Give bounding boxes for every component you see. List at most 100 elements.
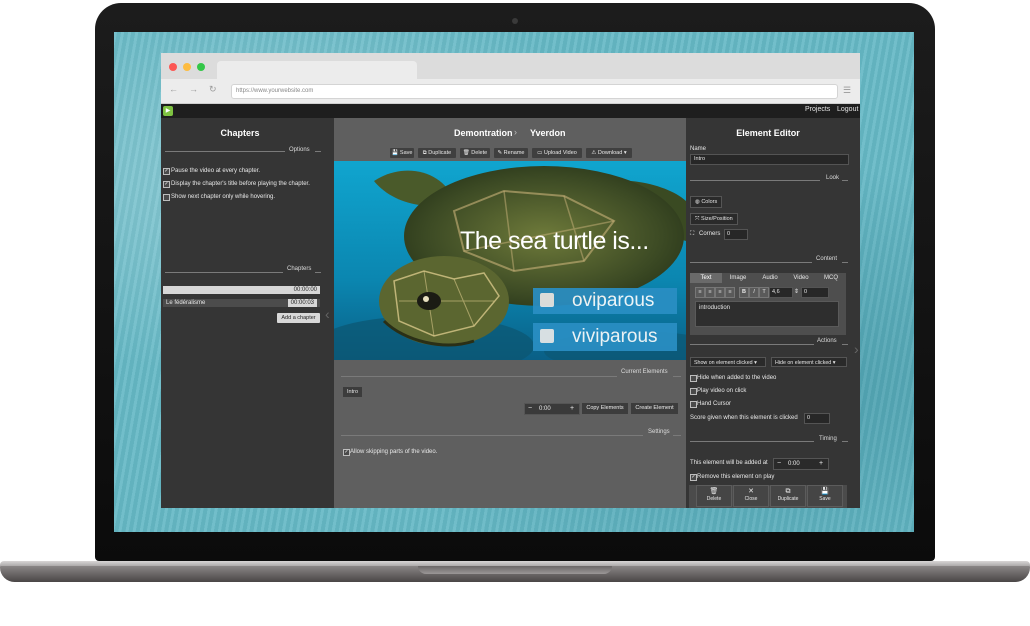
font-size-input[interactable]: 4,6 <box>769 287 793 298</box>
option-label-1: Display the chapter's title before playi… <box>171 181 310 187</box>
chapter-row[interactable]: 00:00:00 <box>163 286 320 294</box>
minimize-window-dot[interactable] <box>183 63 191 71</box>
divider <box>842 441 848 442</box>
spacing-input[interactable]: 0 <box>801 287 829 298</box>
chapter-time: 00:00:03 <box>287 299 317 307</box>
browser-tab[interactable] <box>217 61 417 79</box>
answer-checkbox-1[interactable] <box>540 329 554 343</box>
text-content-input[interactable]: introduction <box>695 301 839 327</box>
divider <box>842 344 848 345</box>
font-size-icon[interactable]: T <box>759 287 769 298</box>
added-at-stepper[interactable]: − 0:00 + <box>773 458 829 470</box>
video-preview[interactable]: The sea turtle is... oviparous viviparou… <box>334 161 686 360</box>
align-left-icon[interactable]: ≡ <box>695 287 705 298</box>
bold-icon[interactable]: B <box>739 287 749 298</box>
tab-text[interactable]: Text <box>690 273 722 283</box>
chevron-right-icon[interactable]: › <box>854 341 859 357</box>
option-checkbox-0[interactable]: ✓ <box>163 168 170 175</box>
spacing-icon: ⇕ <box>794 289 800 295</box>
align-justify-icon[interactable]: ≡ <box>725 287 735 298</box>
chevron-left-icon[interactable]: ‹ <box>325 306 330 322</box>
corners-icon: ⛶ <box>690 231 695 237</box>
allow-skipping-checkbox[interactable]: ✓ <box>343 449 350 456</box>
breadcrumb-project[interactable]: Demontration <box>454 128 513 138</box>
answer-label-1: viviparous <box>572 326 658 347</box>
action-checkbox-0[interactable] <box>690 375 697 382</box>
minus-icon[interactable]: − <box>777 459 781 469</box>
webcam <box>512 18 518 24</box>
score-input[interactable]: 0 <box>804 413 830 424</box>
element-editor-panel: Element Editor Name Intro Look ◍ Colors … <box>686 118 860 508</box>
colors-label: Colors <box>701 199 718 205</box>
close-window-dot[interactable] <box>169 63 177 71</box>
action-label-2: Hand Cursor <box>697 401 732 407</box>
delete-button[interactable]: 🗑 Delete <box>460 148 490 158</box>
answer-checkbox-0[interactable] <box>540 293 554 307</box>
align-right-icon[interactable]: ≡ <box>715 287 725 298</box>
create-element-button[interactable]: Create Element <box>631 403 678 414</box>
reload-icon[interactable]: ↻ <box>209 84 217 95</box>
tab-audio[interactable]: Audio <box>754 273 786 283</box>
hamburger-menu-icon[interactable]: ☰ <box>843 85 851 96</box>
align-center-icon[interactable]: ≡ <box>705 287 715 298</box>
footer-close-button[interactable]: ✕ Close <box>733 485 769 507</box>
duplicate-label: Duplicate <box>428 150 452 156</box>
browser-tab-bar <box>161 53 860 79</box>
tab-mcq[interactable]: MCQ <box>816 273 846 283</box>
back-arrow-icon[interactable]: ← <box>169 84 178 94</box>
save-icon: 💾 <box>820 488 830 495</box>
plus-icon[interactable]: + <box>570 404 574 414</box>
maximize-window-dot[interactable] <box>197 63 205 71</box>
minus-icon[interactable]: − <box>528 404 532 414</box>
action-label-0: Hide when added to the video <box>697 375 777 381</box>
size-position-button[interactable]: ⤧ Size/Position <box>690 213 738 225</box>
logout-link[interactable]: Logout <box>837 106 858 113</box>
app-logo-icon[interactable]: ▶ <box>163 106 173 116</box>
tab-video[interactable]: Video <box>786 273 816 283</box>
copy-elements-button[interactable]: Copy Elements <box>582 403 628 414</box>
footer-close-label: Close <box>744 496 758 502</box>
browser-window: ← → ↻ https://www.yourwebsite.com ☰ ▶ Pr… <box>161 53 860 508</box>
breadcrumb-video[interactable]: Yverdon <box>530 128 566 138</box>
action-checkbox-1[interactable] <box>690 388 697 395</box>
projects-link[interactable]: Projects <box>805 106 830 113</box>
footer-save-button[interactable]: 💾 Save <box>807 485 843 507</box>
forward-arrow-icon[interactable]: → <box>189 84 198 94</box>
download-button[interactable]: ⚠ Download ▾ <box>586 148 632 158</box>
answer-option-0[interactable]: oviparous <box>533 288 677 314</box>
upload-video-button[interactable]: ▭ Upload Video <box>532 148 582 158</box>
delete-label: Delete <box>471 150 488 156</box>
add-chapter-button[interactable]: Add a chapter <box>277 313 320 323</box>
footer-duplicate-button[interactable]: ⧉ Duplicate <box>770 485 806 507</box>
app-top-bar: ▶ Projects Logout <box>161 104 860 118</box>
divider <box>165 272 283 273</box>
save-button[interactable]: 💾 Save <box>390 148 414 158</box>
time-stepper[interactable]: − 0:00 + <box>524 403 580 415</box>
option-checkbox-2[interactable] <box>163 194 170 201</box>
name-input[interactable]: Intro <box>690 154 849 165</box>
answer-option-1[interactable]: viviparous <box>533 323 677 351</box>
remove-on-play-label: Remove this element on play <box>697 474 775 480</box>
corners-input[interactable]: 0 <box>724 229 748 240</box>
plus-icon[interactable]: + <box>819 459 823 469</box>
tab-image[interactable]: Image <box>722 273 754 283</box>
show-on-click-label: Show on element clicked <box>694 360 753 366</box>
remove-on-play-checkbox[interactable]: ✓ <box>690 474 697 481</box>
footer-delete-button[interactable]: 🗑 Delete <box>696 485 732 507</box>
element-tag-intro[interactable]: Intro <box>343 387 363 397</box>
duplicate-button[interactable]: ⧉ Duplicate <box>418 148 456 158</box>
divider <box>315 151 321 152</box>
rename-button[interactable]: ✎ Rename <box>494 148 528 158</box>
options-section-label: Options <box>289 147 310 153</box>
divider <box>842 180 848 181</box>
laptop-notch <box>418 566 612 574</box>
hide-on-click-label: Hide on element clicked <box>775 360 832 366</box>
option-checkbox-1[interactable]: ✓ <box>163 181 170 188</box>
action-checkbox-2[interactable] <box>690 401 697 408</box>
colors-button[interactable]: ◍ Colors <box>690 196 723 208</box>
show-on-click-select[interactable]: Show on element clicked ▾ <box>690 357 766 367</box>
chapter-row[interactable]: Le fédéralisme 00:00:03 <box>163 299 320 307</box>
url-field[interactable]: https://www.yourwebsite.com <box>231 84 838 99</box>
italic-icon[interactable]: I <box>749 287 759 298</box>
hide-on-click-select[interactable]: Hide on element clicked ▾ <box>771 357 847 367</box>
